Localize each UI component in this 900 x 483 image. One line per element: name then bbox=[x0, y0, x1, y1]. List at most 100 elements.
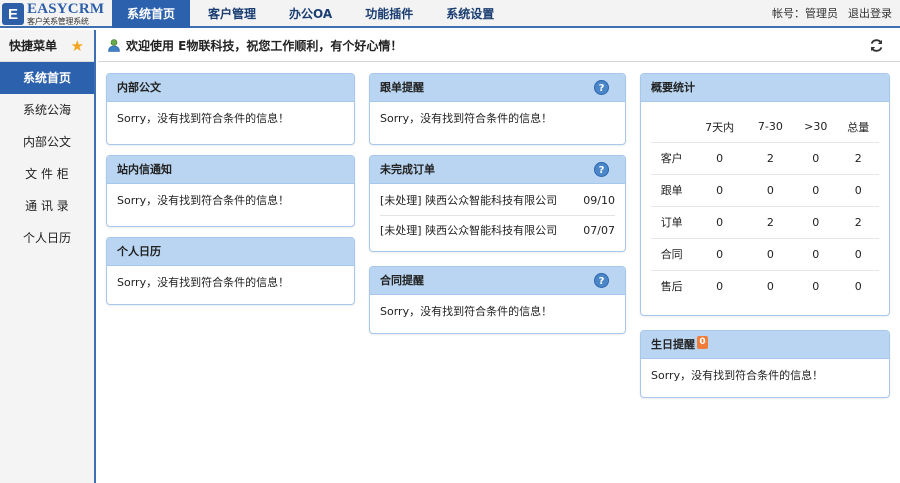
order-row[interactable]: [未处理] 陕西公众智能科技有限公司 09/10 bbox=[380, 186, 615, 216]
stats-cell: 0 bbox=[793, 141, 838, 174]
stats-cell: 2 bbox=[746, 141, 794, 174]
stats-cell: 2 bbox=[837, 205, 879, 238]
panel-header: 概要统计 bbox=[641, 74, 889, 102]
panel-header: 个人日历 bbox=[107, 238, 354, 266]
sidebar-item-public-pool[interactable]: 系统公海 bbox=[0, 94, 94, 126]
stats-row-label: 跟单 bbox=[651, 173, 693, 206]
stats-header-cell: 7天内 bbox=[705, 120, 735, 134]
stats-row-label: 订单 bbox=[651, 205, 693, 238]
stats-header-cell: >30 bbox=[804, 120, 828, 134]
panel-title: 合同提醒 bbox=[380, 274, 424, 287]
stats-table: 7天内 7-30 >30 总量 客户 0 2 0 2 跟单 0 0 0 0 订单… bbox=[651, 112, 879, 302]
help-icon[interactable]: ? bbox=[594, 80, 609, 95]
nav-tab-customers[interactable]: 客户管理 bbox=[193, 0, 271, 28]
empty-message: Sorry，没有找到符合条件的信息！ bbox=[380, 305, 553, 318]
panel-birthday: 生日提醒 0 Sorry，没有找到符合条件的信息！ bbox=[640, 330, 890, 398]
sidebar-item-file-cabinet[interactable]: 文 件 柜 bbox=[0, 158, 94, 190]
stats-cell: 0 bbox=[793, 205, 838, 238]
panel-title: 跟单提醒 bbox=[380, 81, 424, 94]
panel-header: 未完成订单 ? bbox=[370, 156, 625, 184]
panel-inbox-notice: 站内信通知 Sorry，没有找到符合条件的信息！ bbox=[106, 155, 355, 227]
welcome-text: 欢迎使用 E物联科技，祝您工作顺利，有个好心情！ bbox=[126, 39, 403, 53]
stats-header-cell: 总量 bbox=[847, 120, 870, 134]
top-right-links: 帐号：管理员 退出登录 bbox=[772, 0, 892, 28]
stats-header-cell bbox=[651, 112, 692, 142]
stats-row: 订单 0 2 0 2 bbox=[651, 205, 879, 238]
stats-cell: 0 bbox=[746, 269, 794, 302]
sidebar-item-address-book[interactable]: 通 讯 录 bbox=[0, 190, 94, 222]
nav-tab-settings[interactable]: 系统设置 bbox=[431, 0, 509, 28]
logo-title: EASYCRM bbox=[27, 1, 105, 17]
birthday-count-badge: 0 bbox=[697, 336, 708, 349]
logo[interactable]: E EASYCRM 客户关系管理系统 bbox=[2, 1, 108, 27]
order-row[interactable]: [未处理] 陕西公众智能科技有限公司 07/07 bbox=[380, 216, 615, 246]
logo-text: EASYCRM 客户关系管理系统 bbox=[27, 2, 104, 26]
panel-stats: 概要统计 7天内 7-30 >30 总量 客户 0 2 0 2 跟单 0 0 0… bbox=[640, 73, 890, 316]
order-name[interactable]: [未处理] 陕西公众智能科技有限公司 bbox=[380, 216, 557, 246]
panel-calendar: 个人日历 Sorry，没有找到符合条件的信息！ bbox=[106, 237, 355, 305]
nav-tab-plugins[interactable]: 功能插件 bbox=[350, 0, 428, 28]
top-bar: E EASYCRM 客户关系管理系统 系统首页 客户管理 办公OA 功能插件 系… bbox=[0, 0, 900, 28]
panel-title: 概要统计 bbox=[651, 81, 695, 94]
stats-cell: 0 bbox=[692, 237, 747, 270]
stats-cell: 0 bbox=[692, 269, 747, 302]
stats-cell: 0 bbox=[793, 269, 838, 302]
nav-tab-office-oa[interactable]: 办公OA bbox=[274, 0, 347, 28]
stats-cell: 2 bbox=[746, 205, 794, 238]
stats-cell: 0 bbox=[692, 141, 747, 174]
order-date: 09/10 bbox=[583, 194, 615, 207]
logo-subtitle: 客户关系管理系统 bbox=[27, 17, 89, 26]
panel-title-text: 生日提醒 bbox=[651, 338, 695, 351]
panel-followup: 跟单提醒 ? Sorry，没有找到符合条件的信息！ bbox=[369, 73, 626, 145]
panel-header: 生日提醒 0 bbox=[641, 331, 889, 359]
empty-message: Sorry，没有找到符合条件的信息！ bbox=[117, 112, 290, 125]
nav-tab-home[interactable]: 系统首页 bbox=[112, 0, 191, 28]
panel-title: 个人日历 bbox=[117, 245, 161, 258]
stats-row-label: 售后 bbox=[651, 269, 693, 302]
welcome-bar: 欢迎使用 E物联科技，祝您工作顺利，有个好心情！ bbox=[98, 30, 900, 62]
account-link[interactable]: 帐号：管理员 bbox=[772, 0, 838, 28]
order-name[interactable]: [未处理] 陕西公众智能科技有限公司 bbox=[380, 186, 557, 215]
stats-cell: 0 bbox=[746, 237, 794, 270]
stats-row: 客户 0 2 0 2 bbox=[651, 141, 879, 174]
empty-message: Sorry，没有找到符合条件的信息！ bbox=[651, 369, 824, 382]
logo-mark: E bbox=[2, 3, 24, 25]
stats-row-label: 客户 bbox=[651, 141, 693, 174]
stats-row: 跟单 0 0 0 0 bbox=[651, 173, 879, 206]
panel-title: 未完成订单 bbox=[380, 163, 435, 176]
sidebar-item-internal-doc[interactable]: 内部公文 bbox=[0, 126, 94, 158]
stats-cell: 0 bbox=[793, 173, 838, 206]
user-icon bbox=[108, 39, 120, 52]
sidebar-title: 快捷菜单 bbox=[9, 39, 58, 53]
panel-title: 内部公文 bbox=[117, 81, 161, 94]
stats-cell: 0 bbox=[746, 173, 794, 206]
stats-row: 合同 0 0 0 0 bbox=[651, 237, 879, 270]
empty-message: Sorry，没有找到符合条件的信息！ bbox=[117, 276, 290, 289]
sidebar-item-home[interactable]: 系统首页 bbox=[0, 62, 94, 94]
sidebar-header: 快捷菜单 ★ bbox=[0, 30, 94, 62]
logout-link[interactable]: 退出登录 bbox=[848, 0, 892, 28]
refresh-icon[interactable] bbox=[869, 38, 884, 53]
stats-row-label: 合同 bbox=[651, 237, 693, 270]
panel-internal-doc: 内部公文 Sorry，没有找到符合条件的信息！ bbox=[106, 73, 355, 145]
stats-cell: 0 bbox=[837, 237, 879, 270]
stats-cell: 0 bbox=[837, 173, 879, 206]
help-icon[interactable]: ? bbox=[594, 273, 609, 288]
empty-message: Sorry，没有找到符合条件的信息！ bbox=[117, 194, 290, 207]
stats-cell: 0 bbox=[692, 205, 747, 238]
stats-header-row: 7天内 7-30 >30 总量 bbox=[651, 112, 879, 142]
sidebar: 快捷菜单 ★ 系统首页 系统公海 内部公文 文 件 柜 通 讯 录 个人日历 bbox=[0, 30, 96, 483]
panel-header: 合同提醒 ? bbox=[370, 267, 625, 295]
stats-cell: 0 bbox=[837, 269, 879, 302]
star-icon[interactable]: ★ bbox=[71, 30, 84, 62]
panel-contract: 合同提醒 ? Sorry，没有找到符合条件的信息！ bbox=[369, 266, 626, 334]
panel-title: 站内信通知 bbox=[117, 163, 172, 176]
panel-orders: 未完成订单 ? [未处理] 陕西公众智能科技有限公司 09/10 [未处理] 陕… bbox=[369, 155, 626, 252]
stats-cell: 0 bbox=[692, 173, 747, 206]
stats-row: 售后 0 0 0 0 bbox=[651, 269, 879, 302]
sidebar-item-calendar[interactable]: 个人日历 bbox=[0, 222, 94, 254]
stats-cell: 2 bbox=[837, 141, 879, 174]
panel-header: 跟单提醒 ? bbox=[370, 74, 625, 102]
help-icon[interactable]: ? bbox=[594, 162, 609, 177]
panel-title: 生日提醒 0 bbox=[651, 331, 708, 359]
